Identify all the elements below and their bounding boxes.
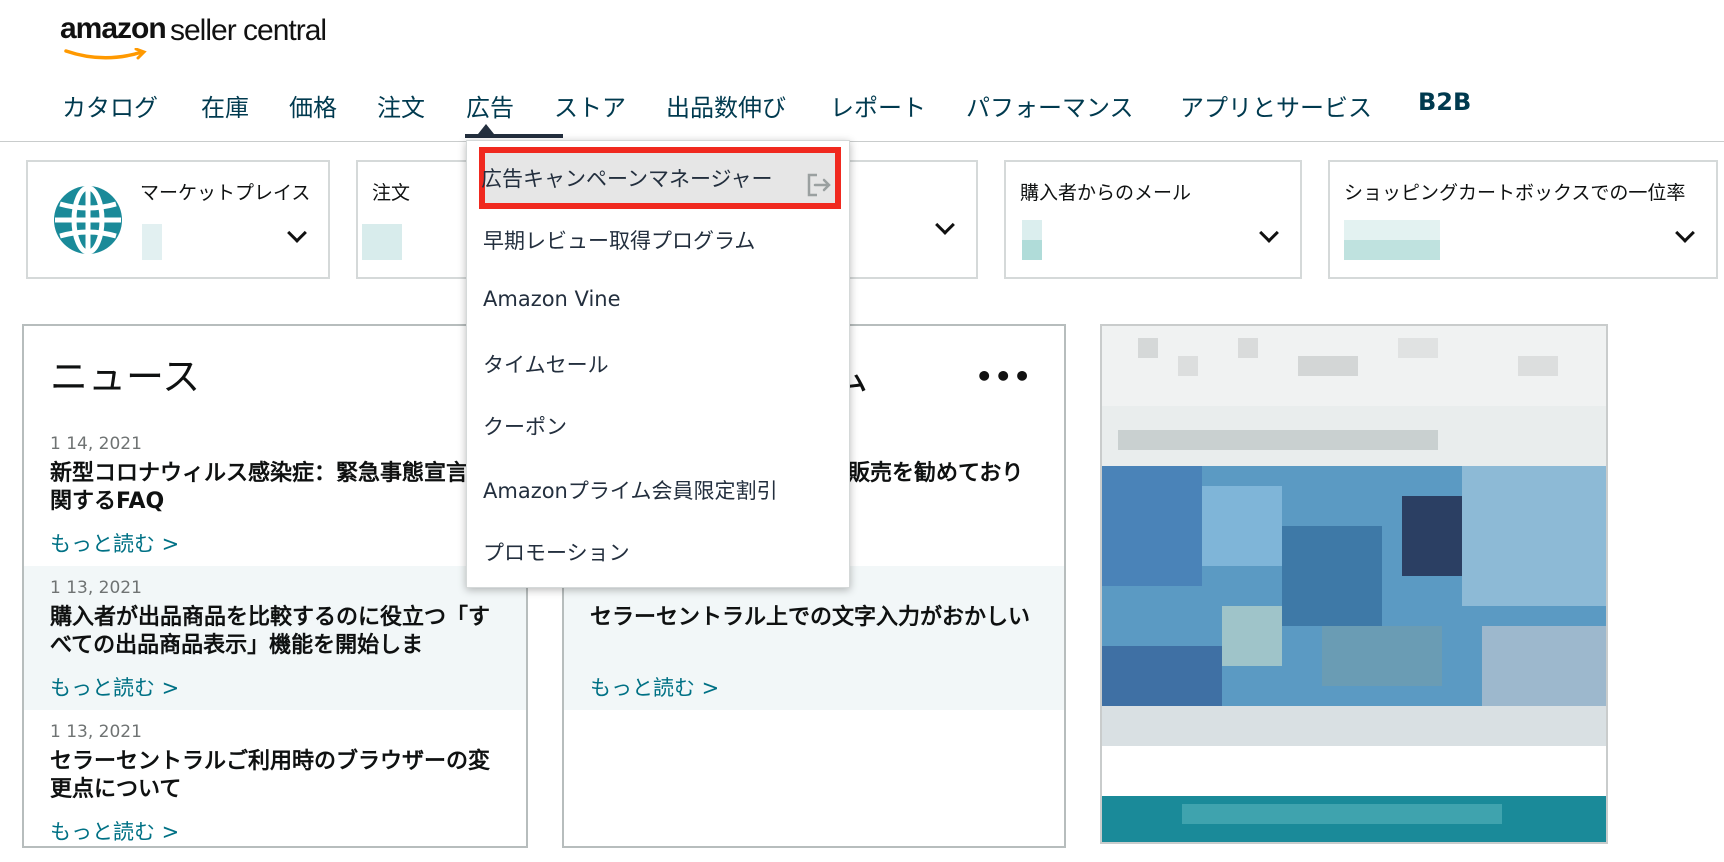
menu-item-prime-discount[interactable]: Amazonプライム会員限定割引: [483, 475, 777, 505]
news-item[interactable]: 1 13, 2021 購入者が出品商品を比較するのに役立つ「すべての出品商品表示…: [24, 566, 526, 710]
highlighted-menu-item[interactable]: 広告キャンペーンマネージャー: [479, 147, 841, 209]
redacted-value: [1022, 240, 1042, 260]
menu-item-early-reviewer[interactable]: 早期レビュー取得プログラム: [483, 225, 755, 255]
read-more-link[interactable]: もっと読む >: [50, 528, 179, 558]
chevron-down-icon[interactable]: [1675, 223, 1695, 243]
nav-stores[interactable]: ストア: [554, 88, 626, 123]
nav-reports[interactable]: レポート: [830, 88, 926, 123]
news-panel: ニュース 1 14, 2021 新型コロナウィルス感染症：緊急事態宣言に関するF…: [22, 324, 528, 848]
menu-item-campaign-manager[interactable]: 広告キャンペーンマネージャー: [481, 163, 772, 193]
chevron-down-icon[interactable]: [935, 215, 955, 235]
amazon-seller-central-logo[interactable]: amazon seller central: [60, 12, 360, 60]
read-more-link[interactable]: もっと読む >: [50, 672, 179, 702]
news-item[interactable]: 1 13, 2021 セラーセントラルご利用時のブラウザーの変更点について もっ…: [24, 710, 526, 846]
read-more-link[interactable]: もっと読む >: [50, 816, 179, 846]
external-link-icon: [807, 173, 831, 197]
card-title-buy-box: ショッピングカートボックスでの一位率: [1344, 182, 1686, 204]
nav-b2b[interactable]: B2B: [1418, 88, 1471, 116]
chevron-down-icon[interactable]: [287, 223, 307, 243]
menu-item-lightning-deals[interactable]: タイムセール: [483, 349, 609, 379]
redacted-value: [1022, 220, 1042, 240]
card-title-buyer-messages: 購入者からのメール: [1020, 182, 1192, 204]
nav-performance[interactable]: パフォーマンス: [966, 88, 1134, 123]
menu-item-promotions[interactable]: プロモーション: [483, 537, 630, 567]
hidden-card[interactable]: [840, 160, 978, 279]
redacted-value: [142, 224, 162, 260]
pixelated-banner: [1102, 326, 1606, 842]
news-headline[interactable]: 新型コロナウィルス感染症：緊急事態宣言に関するFAQ: [50, 460, 500, 516]
news-title: ニュース: [50, 355, 201, 399]
promo-banner-image[interactable]: [1100, 324, 1608, 844]
news-date: 1 13, 2021: [50, 722, 142, 742]
nav-advertising[interactable]: 広告: [466, 88, 514, 123]
active-tab-indicator: [465, 134, 563, 138]
main-nav: カタログ 在庫 価格 注文 広告 ストア 出品数伸び レポート パフォーマンス …: [0, 80, 1724, 142]
read-more-link[interactable]: もっと読む >: [590, 672, 719, 702]
card-title-orders: 注文: [372, 182, 411, 204]
forum-headline[interactable]: セラーセントラル上での文字入力がおかしい: [590, 604, 1030, 632]
logo-product: seller central: [170, 14, 327, 47]
nav-catalog[interactable]: カタログ: [62, 88, 158, 123]
globe-icon: [54, 185, 122, 255]
marketplace-card[interactable]: マーケットプレイス: [26, 160, 330, 279]
news-date: 1 13, 2021: [50, 578, 142, 598]
chevron-down-icon[interactable]: [1259, 223, 1279, 243]
news-headline[interactable]: セラーセントラルご利用時のブラウザーの変更点について: [50, 748, 500, 804]
nav-apps-services[interactable]: アプリとサービス: [1180, 88, 1372, 123]
menu-item-amazon-vine[interactable]: Amazon Vine: [483, 287, 621, 311]
amazon-smile-icon: [64, 48, 147, 60]
news-item[interactable]: 1 14, 2021 新型コロナウィルス感染症：緊急事態宣言に関するFAQ もっ…: [24, 422, 526, 566]
forum-headline[interactable]: 販売を勧めており: [848, 460, 1048, 488]
menu-item-coupons[interactable]: クーポン: [483, 411, 567, 441]
redacted-value: [362, 224, 402, 260]
nav-inventory[interactable]: 在庫: [201, 88, 249, 123]
advertising-dropdown-menu: 広告キャンペーンマネージャー 早期レビュー取得プログラム Amazon Vine…: [466, 140, 850, 588]
card-title-marketplace: マーケットプレイス: [140, 182, 311, 204]
news-headline[interactable]: 購入者が出品商品を比較するのに役立つ「すべての出品商品表示」機能を開始しま: [50, 604, 500, 660]
nav-growth[interactable]: 出品数伸び: [666, 88, 786, 123]
buy-box-card[interactable]: ショッピングカートボックスでの一位率: [1328, 160, 1718, 279]
buyer-messages-card[interactable]: 購入者からのメール: [1004, 160, 1302, 279]
nav-pricing[interactable]: 価格: [289, 88, 337, 123]
nav-orders[interactable]: 注文: [377, 88, 425, 123]
redacted-value: [1344, 220, 1440, 240]
more-dots-icon[interactable]: •••: [975, 360, 1032, 393]
news-date: 1 14, 2021: [50, 434, 142, 454]
dropdown-caret-icon: [478, 124, 494, 134]
logo-brand: amazon: [60, 12, 167, 45]
redacted-value: [1344, 240, 1440, 260]
